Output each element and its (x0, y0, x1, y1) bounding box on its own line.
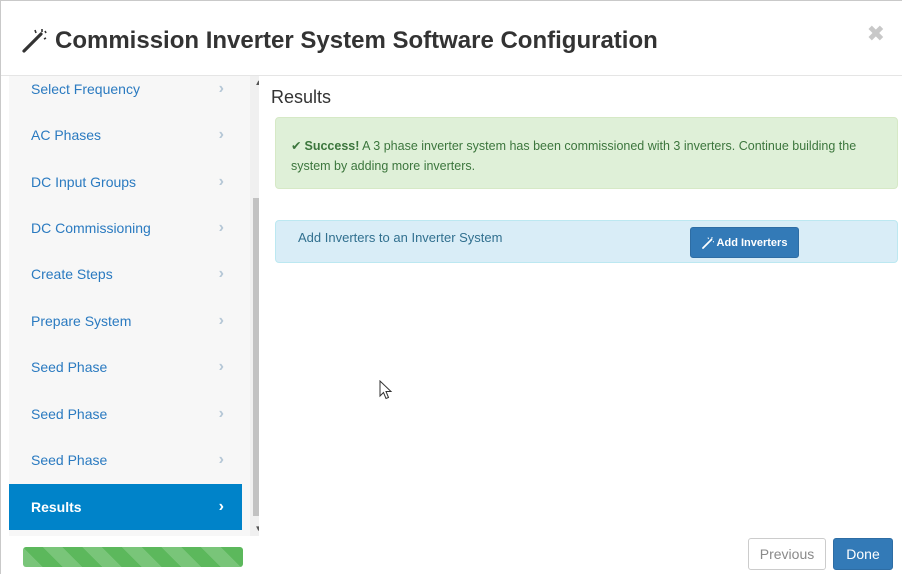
success-alert-message: A 3 phase inverter system has been commi… (291, 139, 857, 173)
done-button[interactable]: Done (833, 538, 893, 570)
chevron-right-icon: › (218, 126, 224, 143)
chevron-right-icon: › (218, 173, 224, 190)
checkmark-icon: ✔ (291, 139, 302, 153)
success-alert: ✔ Success! A 3 phase inverter system has … (275, 117, 898, 189)
sidebar-item-label: Seed Phase (31, 359, 108, 375)
previous-button[interactable]: Previous (748, 538, 826, 570)
sidebar-scrollbar[interactable]: ▲ ▼ (250, 76, 259, 536)
wizard-progress-bar (23, 547, 243, 567)
scroll-up-arrow-icon[interactable]: ▲ (250, 76, 259, 90)
add-inverters-button[interactable]: Add Inverters (690, 227, 799, 258)
chevron-right-icon: › (218, 358, 224, 375)
mouse-pointer-icon (379, 380, 393, 400)
sidebar-item-seed-phase-2[interactable]: Seed Phase › (9, 391, 242, 437)
commission-modal: Commission Inverter System Software Conf… (0, 0, 902, 574)
sidebar-item-label: Seed Phase (31, 406, 108, 422)
add-inverters-button-label: Add Inverters (716, 236, 788, 249)
sidebar-item-label: Seed Phase (31, 452, 108, 468)
chevron-right-icon: › (218, 265, 224, 282)
sidebar-item-seed-phase-1[interactable]: Seed Phase › (9, 344, 242, 390)
sidebar-item-seed-phase-3[interactable]: Seed Phase › (9, 437, 242, 483)
modal-header: Commission Inverter System Software Conf… (1, 1, 902, 76)
sidebar-item-prepare-system[interactable]: Prepare System › (9, 298, 242, 344)
sidebar-item-select-frequency[interactable]: Select Frequency › (9, 76, 242, 112)
modal-title-text: Commission Inverter System Software Conf… (55, 27, 658, 54)
page-title: Results (271, 87, 332, 107)
scroll-down-arrow-icon[interactable]: ▼ (250, 522, 259, 536)
sidebar-item-dc-input-groups[interactable]: DC Input Groups › (9, 159, 242, 205)
success-alert-strong: Success! (304, 139, 360, 153)
sidebar-item-label: Results (31, 499, 82, 515)
magic-wand-icon (701, 236, 714, 249)
sidebar-item-label: Create Steps (31, 266, 113, 282)
progress-bar-fill (23, 547, 243, 567)
magic-wand-icon (22, 29, 47, 53)
add-inverters-text: Add Inverters to an Inverter System (298, 230, 503, 245)
wizard-step-nav: Select Frequency › AC Phases › DC Input … (9, 76, 259, 536)
sidebar-item-label: Prepare System (31, 313, 132, 329)
sidebar-item-dc-commissioning[interactable]: DC Commissioning › (9, 205, 242, 251)
add-inverters-panel: Add Inverters to an Inverter System Add … (275, 220, 898, 263)
chevron-right-icon: › (218, 405, 224, 422)
chevron-right-icon: › (218, 219, 224, 236)
sidebar-item-label: DC Commissioning (31, 220, 151, 236)
sidebar-item-label: AC Phases (31, 127, 102, 143)
scrollbar-thumb[interactable] (253, 198, 259, 516)
sidebar-item-label: DC Input Groups (31, 174, 137, 190)
close-icon[interactable]: ✖ (867, 23, 885, 45)
sidebar-item-label: Select Frequency (31, 81, 140, 97)
chevron-right-icon: › (218, 451, 224, 468)
chevron-right-icon: › (218, 312, 224, 329)
sidebar-item-ac-phases[interactable]: AC Phases › (9, 112, 242, 158)
chevron-right-icon: › (218, 80, 224, 97)
chevron-right-icon: › (218, 498, 224, 515)
sidebar-item-create-steps[interactable]: Create Steps › (9, 251, 242, 297)
sidebar-item-results[interactable]: Results › (9, 484, 242, 530)
modal-title: Commission Inverter System Software Conf… (21, 27, 658, 55)
